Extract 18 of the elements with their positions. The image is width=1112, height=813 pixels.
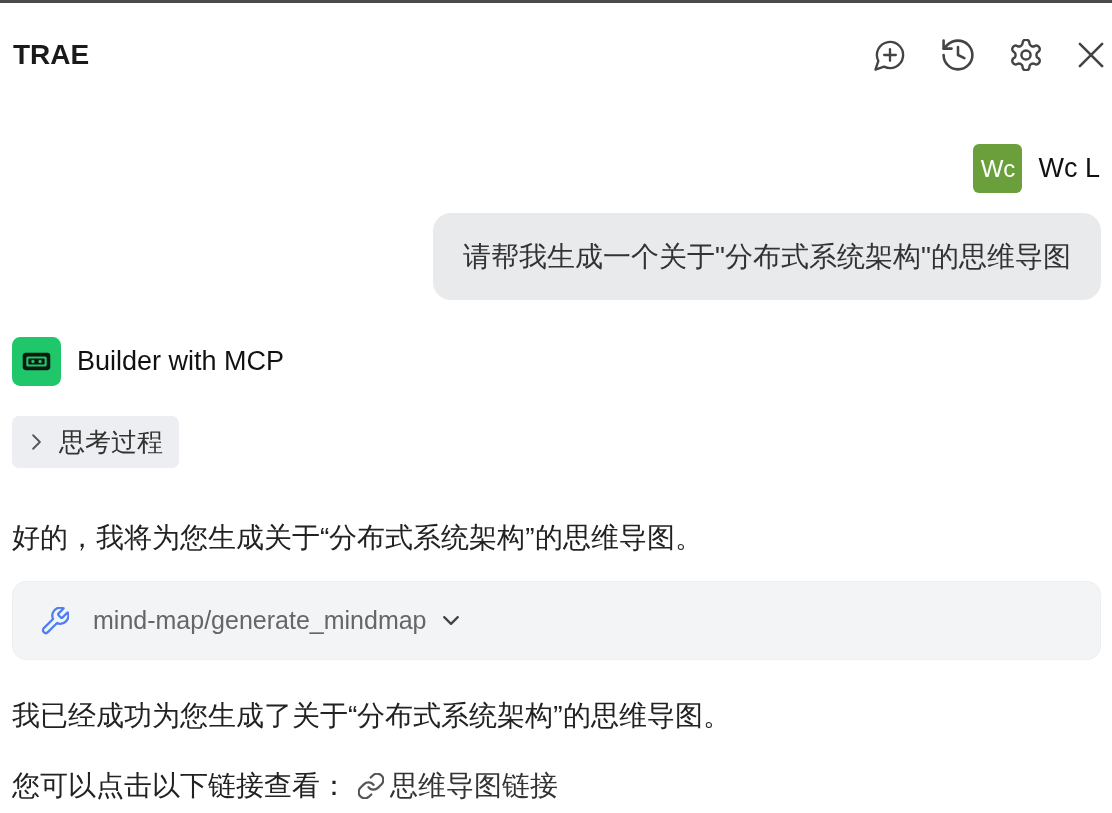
user-message-bubble: 请帮我生成一个关于"分布式系统架构"的思维导图	[433, 213, 1101, 300]
user-name: Wc L	[1038, 153, 1100, 184]
assistant-name: Builder with MCP	[77, 346, 285, 377]
tool-call-card[interactable]: mind-map/generate_mindmap	[12, 581, 1101, 660]
wrench-icon	[41, 606, 69, 635]
thinking-toggle[interactable]: 思考过程	[12, 416, 179, 468]
robot-avatar-icon	[12, 337, 61, 386]
app-title: TRAE	[13, 39, 90, 71]
history-icon[interactable]	[942, 39, 974, 71]
message-paragraph: 我已经成功为您生成了关于“分布式系统架构”的思维导图。	[11, 699, 732, 733]
close-icon[interactable]	[1078, 42, 1104, 68]
message-paragraph: 好的，我将为您生成关于“分布式系统架构”的思维导图。	[11, 521, 704, 555]
user-avatar: Wc	[973, 144, 1023, 193]
message-paragraph: 您可以点击以下链接查看：	[12, 770, 348, 802]
settings-icon[interactable]	[1010, 39, 1042, 71]
mindmap-link[interactable]: 思维导图链接	[358, 770, 558, 802]
link-icon	[358, 773, 384, 799]
chat-plus-icon[interactable]	[874, 39, 906, 71]
